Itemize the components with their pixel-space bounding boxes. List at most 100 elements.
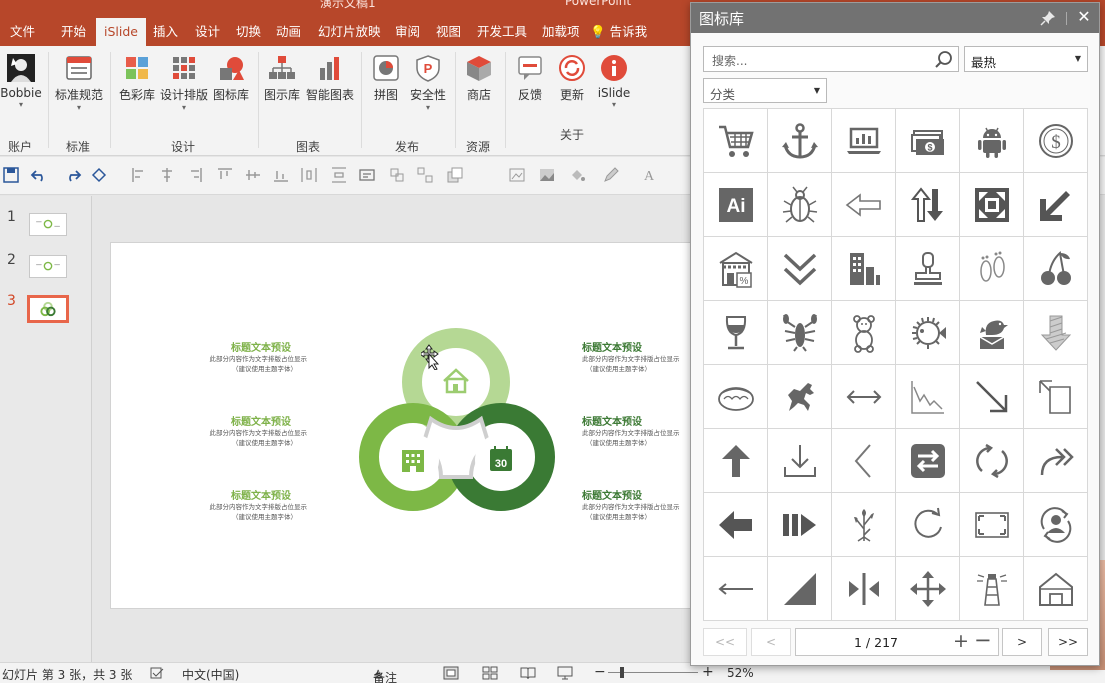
distribute-horizontal-icon[interactable]: [300, 167, 318, 183]
zoom-level[interactable]: 52%: [727, 666, 754, 680]
icon-cell[interactable]: [960, 429, 1024, 493]
slide-thumbnail-2[interactable]: [29, 255, 67, 278]
icon-cell[interactable]: [896, 493, 960, 557]
tab-addins[interactable]: 加载项: [534, 18, 588, 46]
icon-cell[interactable]: [768, 557, 832, 621]
security-button[interactable]: P 安全性 ▾: [403, 54, 453, 113]
align-center-icon[interactable]: [158, 167, 176, 183]
icon-cell[interactable]: $: [1024, 109, 1088, 173]
icon-cell[interactable]: [704, 429, 768, 493]
slide[interactable]: 标题文本预设 此部分内容作为文字排版占位显示 （建议使用主题字体） 标题文本预设…: [110, 242, 730, 609]
shape-tool-icon[interactable]: [90, 167, 108, 183]
align-middle-icon[interactable]: [244, 167, 262, 183]
prev-page-button[interactable]: <: [751, 628, 791, 656]
search-icon[interactable]: [934, 50, 954, 70]
icon-cell[interactable]: [960, 301, 1024, 365]
language-status[interactable]: 中文(中国): [182, 666, 239, 683]
text-block[interactable]: 标题文本预设 此部分内容作为文字排版占位显示 （建议使用主题字体）: [167, 339, 308, 374]
group-icon[interactable]: [388, 167, 406, 183]
align-left-icon[interactable]: [130, 167, 148, 183]
tab-animations[interactable]: 动画: [268, 18, 309, 46]
save-icon[interactable]: [2, 167, 20, 183]
bring-forward-icon[interactable]: [446, 167, 464, 183]
icon-cell[interactable]: [896, 429, 960, 493]
tab-home[interactable]: 开始: [53, 18, 94, 46]
icon-cell[interactable]: [1024, 557, 1088, 621]
zoom-out-icon[interactable]: −: [974, 628, 992, 652]
icon-cell[interactable]: [768, 301, 832, 365]
normal-view-icon[interactable]: [443, 666, 459, 680]
design-layout-button[interactable]: 设计排版 ▾: [158, 54, 210, 113]
icon-cell[interactable]: [768, 429, 832, 493]
icon-cell[interactable]: [768, 365, 832, 429]
zoom-in-icon[interactable]: +: [953, 630, 969, 652]
zoom-out-icon[interactable]: −: [594, 664, 606, 680]
diagram-library-button[interactable]: 图示库: [257, 54, 307, 103]
venn-diagram[interactable]: 30: [351, 327, 561, 527]
tab-developer[interactable]: 开发工具: [469, 18, 535, 46]
zoom-slider-thumb[interactable]: [620, 667, 624, 678]
icon-cell[interactable]: [768, 109, 832, 173]
icon-cell[interactable]: [704, 365, 768, 429]
icon-cell[interactable]: [960, 557, 1024, 621]
pin-icon[interactable]: [1039, 9, 1057, 27]
icon-cell[interactable]: [896, 237, 960, 301]
align-right-icon[interactable]: [186, 167, 204, 183]
icon-cell[interactable]: [832, 365, 896, 429]
icon-cell[interactable]: [704, 109, 768, 173]
ungroup-icon[interactable]: [416, 167, 434, 183]
text-box-icon[interactable]: [358, 167, 376, 183]
search-input[interactable]: 搜索...: [703, 46, 959, 72]
icon-cell[interactable]: [832, 557, 896, 621]
zoom-in-icon[interactable]: +: [702, 664, 714, 680]
icon-cell[interactable]: $: [896, 109, 960, 173]
reading-view-icon[interactable]: [520, 666, 536, 680]
redo-icon[interactable]: [64, 167, 82, 183]
tab-insert[interactable]: 插入: [145, 18, 186, 46]
tab-review[interactable]: 审阅: [387, 18, 428, 46]
islide-about-button[interactable]: iSlide ▾: [589, 54, 639, 110]
icon-cell[interactable]: [832, 493, 896, 557]
category-select[interactable]: 分类 ▼: [703, 78, 827, 103]
icon-cell[interactable]: [832, 173, 896, 237]
icon-cell[interactable]: %: [704, 237, 768, 301]
tell-me-box[interactable]: 💡 告诉我: [590, 18, 647, 46]
icon-cell[interactable]: [1024, 301, 1088, 365]
icon-cell[interactable]: [704, 493, 768, 557]
icon-cell[interactable]: [1024, 365, 1088, 429]
icon-cell[interactable]: [704, 301, 768, 365]
slide-thumbnail-3[interactable]: [27, 295, 69, 323]
undo-icon[interactable]: [30, 167, 48, 183]
slide-thumbnail-1[interactable]: [29, 213, 67, 236]
next-page-button[interactable]: >: [1002, 628, 1042, 656]
align-top-icon[interactable]: [216, 167, 234, 183]
icon-cell[interactable]: [960, 493, 1024, 557]
icon-cell[interactable]: [960, 365, 1024, 429]
last-page-button[interactable]: >>: [1048, 628, 1088, 656]
icon-cell[interactable]: [896, 173, 960, 237]
picture-frame-icon[interactable]: [508, 167, 526, 183]
icon-cell[interactable]: [768, 493, 832, 557]
first-page-button[interactable]: <<: [703, 628, 747, 656]
icon-cell[interactable]: [960, 109, 1024, 173]
tab-file[interactable]: 文件: [2, 18, 43, 46]
icon-cell[interactable]: [768, 237, 832, 301]
icon-cell[interactable]: [896, 301, 960, 365]
tab-transitions[interactable]: 切换: [228, 18, 269, 46]
close-icon[interactable]: ✕: [1075, 7, 1093, 27]
icon-cell[interactable]: [704, 557, 768, 621]
icon-cell[interactable]: [1024, 429, 1088, 493]
icon-cell[interactable]: [1024, 493, 1088, 557]
icon-cell[interactable]: [960, 173, 1024, 237]
slide-sorter-icon[interactable]: [482, 666, 498, 680]
standard-button[interactable]: 标准规范 ▾: [54, 54, 104, 113]
tab-design[interactable]: 设计: [187, 18, 228, 46]
icon-cell[interactable]: [960, 237, 1024, 301]
image-icon[interactable]: [538, 167, 556, 183]
icon-cell[interactable]: Ai: [704, 173, 768, 237]
account-button[interactable]: Bobbie ▾: [0, 54, 46, 110]
icon-cell[interactable]: [1024, 173, 1088, 237]
icon-cell[interactable]: [832, 109, 896, 173]
spellcheck-icon[interactable]: [150, 667, 164, 679]
font-color-icon[interactable]: A: [640, 167, 658, 183]
